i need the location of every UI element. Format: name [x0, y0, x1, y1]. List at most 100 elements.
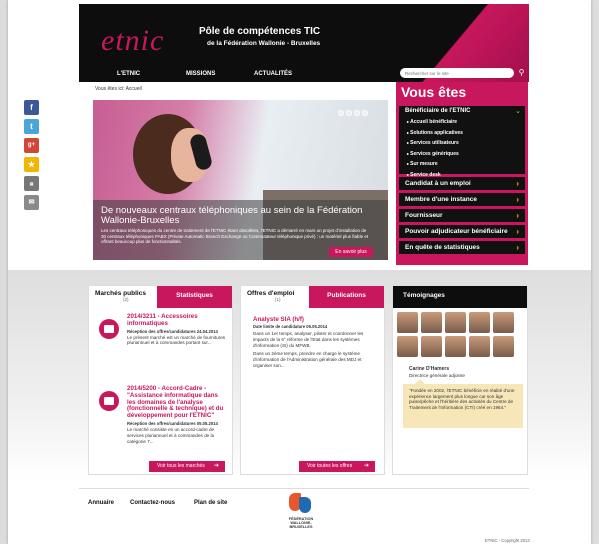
tab-label: Marchés publics [95, 290, 146, 297]
avatar[interactable] [469, 336, 490, 357]
tab-publications[interactable]: Publications [309, 286, 384, 308]
footer-link-plan[interactable]: Plan de site [194, 500, 227, 506]
news-slider[interactable]: De nouveaux centraux téléphoniques au se… [93, 100, 388, 260]
avatar[interactable] [445, 336, 466, 357]
audience-item-statistiques[interactable]: En quête de statistiques › [399, 241, 525, 254]
tab-label: Offres d'emploi [247, 290, 295, 297]
favorite-icon[interactable]: ★ [24, 157, 39, 172]
footer-link-contact[interactable]: Contactez-nous [130, 500, 175, 506]
nav-actualites[interactable]: ACTUALITÉS [254, 71, 292, 77]
offre-text: Dans un 2ème temps, prendre en charge le… [253, 351, 362, 368]
tab-offres[interactable]: Offres d'emploi (1) [241, 286, 311, 308]
marche-item: 2014/3211 - Accessoires informatiques Ré… [95, 313, 226, 374]
beneficiaire-item[interactable]: Sur mesure [407, 159, 463, 170]
twitter-icon[interactable]: t [24, 119, 39, 134]
offre-date: Date limite de candidature 05.05.2014 [253, 324, 328, 329]
search-icon[interactable]: ⚲ [516, 67, 527, 78]
marche-title[interactable]: 2014/3211 - Accessoires informatiques [127, 313, 226, 328]
avatar[interactable] [421, 336, 442, 357]
chevron-down-icon[interactable]: ⌄ [515, 107, 521, 115]
tab-count: (1) [275, 297, 281, 302]
slider-dots[interactable] [336, 110, 368, 118]
temoignages-title: Témoignages [393, 286, 527, 308]
marche-title[interactable]: 2014/5200 - Accord-Cadre - "Assistance i… [127, 385, 226, 420]
testimonial-name: Carine D'Hamers [409, 366, 450, 372]
audience-item-membre[interactable]: Membre d'une instance › [399, 193, 525, 206]
audience-item-candidat[interactable]: Candidat à un emploi › [399, 177, 525, 190]
testimonial-quote: "Fondée en 2002, l'ETNIC bénéficie en ré… [403, 379, 523, 428]
audience-title: Vous êtes [401, 84, 467, 100]
offre-title[interactable]: Analyste SIA (h/f) [253, 316, 384, 323]
header-tagline: Pôle de compétences TIC [199, 26, 321, 37]
slider-dot[interactable] [338, 110, 344, 116]
nav-etnic[interactable]: L'ETNIC [117, 71, 140, 77]
slide-text: Les centraux téléphoniques du centre de … [101, 228, 369, 244]
beneficiaire-item[interactable]: Solutions applicatives [407, 128, 463, 139]
marche-text: Le marché consiste en un accord-cadre de… [127, 426, 215, 444]
beneficiaire-menu: Bénéficiaire de l'ETNIC ⌄ Accueil bénéfi… [399, 106, 525, 178]
slider-dot[interactable] [362, 110, 368, 116]
tab-marches[interactable]: Marchés publics (2) [89, 286, 159, 308]
avatar[interactable] [469, 312, 490, 333]
beneficiaire-item[interactable]: Services utilisateurs [407, 138, 463, 149]
chevron-right-icon: › [516, 211, 519, 220]
audience-item-label: Pouvoir adjudicateur bénéficiaire [405, 228, 508, 235]
avatar[interactable] [397, 336, 418, 357]
audience-item-pouvoir[interactable]: Pouvoir adjudicateur bénéficiaire › [399, 225, 525, 238]
audience-item-label: Candidat à un emploi [405, 180, 471, 187]
audience-panel: Vous êtes Bénéficiaire de l'ETNIC ⌄ Accu… [396, 82, 528, 265]
beneficiaire-title[interactable]: Bénéficiaire de l'ETNIC [405, 108, 470, 114]
folder-icon [99, 319, 119, 339]
all-marches-button[interactable]: Voir tous les marchés [149, 461, 225, 472]
avatar[interactable] [397, 312, 418, 333]
slider-dot[interactable] [354, 110, 360, 116]
beneficiaire-item[interactable]: Accueil bénéficiaire [407, 117, 463, 128]
marche-text: Le présent marché est un marché de fourn… [127, 334, 226, 346]
fwb-logo-text: FÉDÉRATION WALLONIE-BRUXELLES [288, 517, 314, 529]
marches-panel: Marchés publics (2) Statistiques 2014/321… [88, 285, 233, 475]
nav-missions[interactable]: MISSIONS [186, 71, 215, 77]
copyright: ETNIC - Copyright 2013 [485, 538, 530, 543]
chevron-right-icon: › [516, 179, 519, 188]
marche-item: 2014/5200 - Accord-Cadre - "Assistance i… [95, 385, 226, 446]
facebook-icon[interactable]: f [24, 100, 39, 115]
tab-statistiques[interactable]: Statistiques [157, 286, 232, 308]
beneficiaire-item[interactable]: Services génériques [407, 149, 463, 160]
audience-item-label: Membre d'une instance [405, 196, 477, 203]
breadcrumb: Vous êtes ici: Accueil [95, 86, 142, 92]
marche-date: Réception des offres/candidatures 24.04.… [127, 328, 218, 334]
slide-title[interactable]: De nouveaux centraux téléphoniques au se… [101, 206, 381, 226]
audience-item-fournisseur[interactable]: Fournisseur › [399, 209, 525, 222]
search-box [400, 68, 514, 78]
footer-divider [79, 488, 529, 489]
etnic-logo[interactable]: etnic [101, 24, 164, 58]
google-plus-icon[interactable]: g+ [24, 138, 39, 153]
avatar[interactable] [445, 312, 466, 333]
fwb-logo[interactable]: FÉDÉRATION WALLONIE-BRUXELLES [285, 491, 317, 533]
avatar[interactable] [493, 312, 514, 333]
chevron-right-icon: › [516, 195, 519, 204]
temoignages-panel: Témoignages Carine D'Hamers Directrice g… [392, 285, 528, 475]
offres-panel: Offres d'emploi (1) Publications Analyste… [240, 285, 385, 475]
fwb-logo-mark-right [299, 497, 311, 513]
audience-item-label: Fournisseur [405, 212, 443, 219]
footer-link-annuaire[interactable]: Annuaire [88, 500, 114, 506]
tab-count: (2) [123, 297, 129, 302]
print-icon[interactable]: ▤ [24, 176, 39, 191]
header-subtagline: de la Fédération Wallonie - Bruxelles [207, 40, 321, 47]
testimonial-role: Directrice générale adjointe [409, 373, 465, 378]
avatar[interactable] [493, 336, 514, 357]
marche-date: Réception des offres/candidatures 05.05.… [127, 420, 218, 426]
offres-tabs: Offres d'emploi (1) Publications [241, 286, 384, 308]
mail-icon[interactable]: ✉ [24, 195, 39, 210]
audience-item-label: En quête de statistiques [405, 244, 480, 251]
testimonial-photos [397, 312, 527, 360]
avatar[interactable] [421, 312, 442, 333]
read-more-button[interactable]: En savoir plus [329, 247, 373, 257]
folder-icon [99, 391, 119, 411]
marches-tabs: Marchés publics (2) Statistiques [89, 286, 232, 308]
search-input[interactable] [400, 68, 500, 78]
slider-dot[interactable] [346, 110, 352, 116]
all-offres-button[interactable]: Voir toutes les offres [299, 461, 375, 472]
main-nav: L'ETNIC MISSIONS ACTUALITÉS [79, 71, 399, 82]
